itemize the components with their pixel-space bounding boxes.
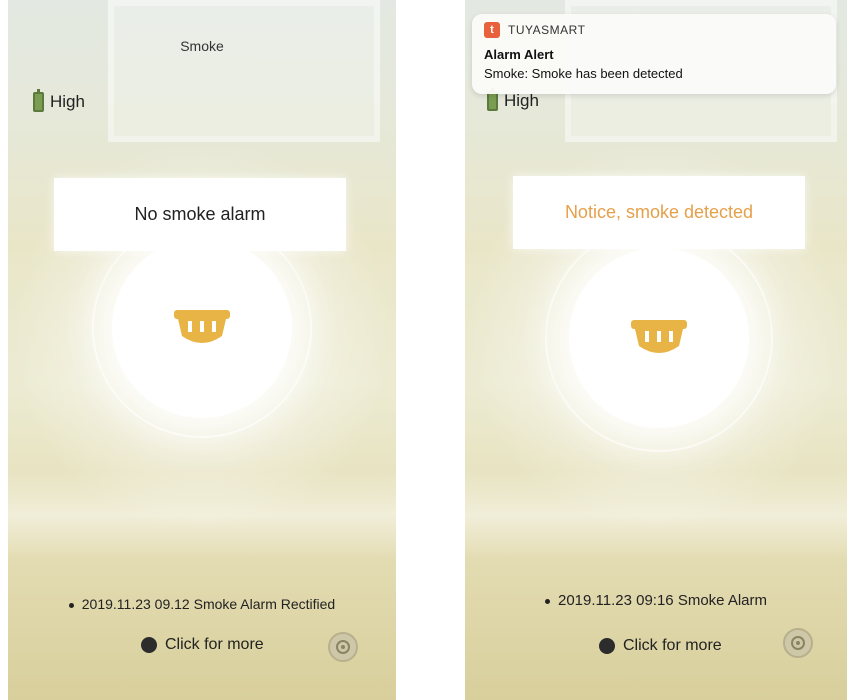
smoke-screen-normal: Smoke High No smoke alarm 2019.11.23 09.…	[8, 0, 396, 700]
bullet-icon	[68, 602, 74, 608]
more-dot-icon	[599, 638, 615, 654]
log-entry: 2019.11.23 09.12 Smoke Alarm Rectified	[8, 596, 396, 612]
alarm-notification[interactable]: t TUYASMART Alarm Alert Smoke: Smoke has…	[472, 14, 836, 94]
notification-header: t TUYASMART	[484, 22, 824, 38]
status-card: Notice, smoke detected	[513, 176, 805, 259]
log-text: 2019.11.23 09:16 Smoke Alarm	[557, 592, 768, 609]
settings-button[interactable]	[328, 632, 358, 662]
sensor-button[interactable]	[112, 238, 292, 418]
status-card: No smoke alarm	[54, 178, 346, 261]
settings-button[interactable]	[783, 628, 813, 658]
smoke-screen-alarm: High Notice, smoke detected 2019.11.23 0…	[465, 0, 847, 700]
tuyasmart-app-icon: t	[484, 22, 500, 38]
status-text: No smoke alarm	[134, 204, 266, 224]
more-dot-icon	[141, 637, 157, 653]
battery-icon	[33, 89, 44, 112]
notification-app-name: TUYASMART	[508, 23, 586, 37]
battery-status: High	[33, 89, 85, 112]
battery-label: High	[50, 92, 85, 111]
battery-label: High	[504, 91, 539, 110]
log-entry: 2019.11.23 09:16 Smoke Alarm	[465, 592, 847, 609]
more-label: Click for more	[623, 637, 722, 654]
click-for-more-button[interactable]: Click for more	[141, 636, 264, 654]
bullet-icon	[544, 598, 550, 604]
sensor-button[interactable]	[569, 248, 749, 428]
battery-status: High	[487, 88, 539, 111]
battery-icon	[487, 88, 498, 111]
notification-title: Alarm Alert	[484, 47, 554, 62]
more-label: Click for more	[165, 636, 264, 653]
log-text: 2019.11.23 09.12 Smoke Alarm Rectified	[81, 596, 336, 612]
click-for-more-button[interactable]: Click for more	[599, 637, 722, 655]
page-title: Smoke	[180, 38, 224, 54]
notification-body: Smoke: Smoke has been detected	[484, 66, 683, 81]
smoke-detector-icon	[174, 310, 230, 343]
settings-icon	[791, 636, 805, 650]
settings-icon	[336, 640, 350, 654]
smoke-detector-icon	[631, 320, 687, 353]
status-text: Notice, smoke detected	[564, 202, 754, 222]
